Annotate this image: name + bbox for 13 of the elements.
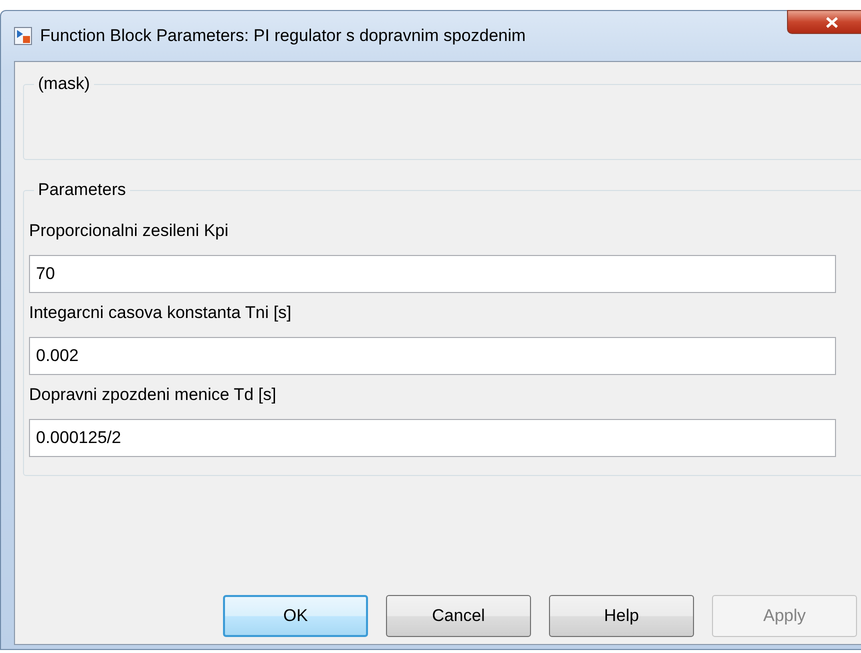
dialog-button[interactable]: Cancel	[386, 595, 531, 637]
window-title: Function Block Parameters: PI regulator s dopravnim spozdenim	[40, 26, 526, 46]
dialog-button[interactable]: Help	[549, 595, 694, 637]
field-label: Dopravni zpozdeni menice Td [s]	[29, 385, 278, 405]
input-field[interactable]: 0.002	[29, 337, 836, 375]
app-icon	[14, 27, 32, 45]
input-field[interactable]: 70	[29, 255, 836, 293]
field-label: Proporcionalni zesileni Kpi	[29, 221, 230, 241]
input-field[interactable]: 0.000125/2	[29, 419, 836, 457]
close-icon	[825, 16, 839, 28]
field-label: Integarcni casova konstanta Tni [s]	[29, 303, 292, 323]
close-button[interactable]	[787, 10, 861, 34]
dialog-button[interactable]: OK	[223, 595, 368, 637]
